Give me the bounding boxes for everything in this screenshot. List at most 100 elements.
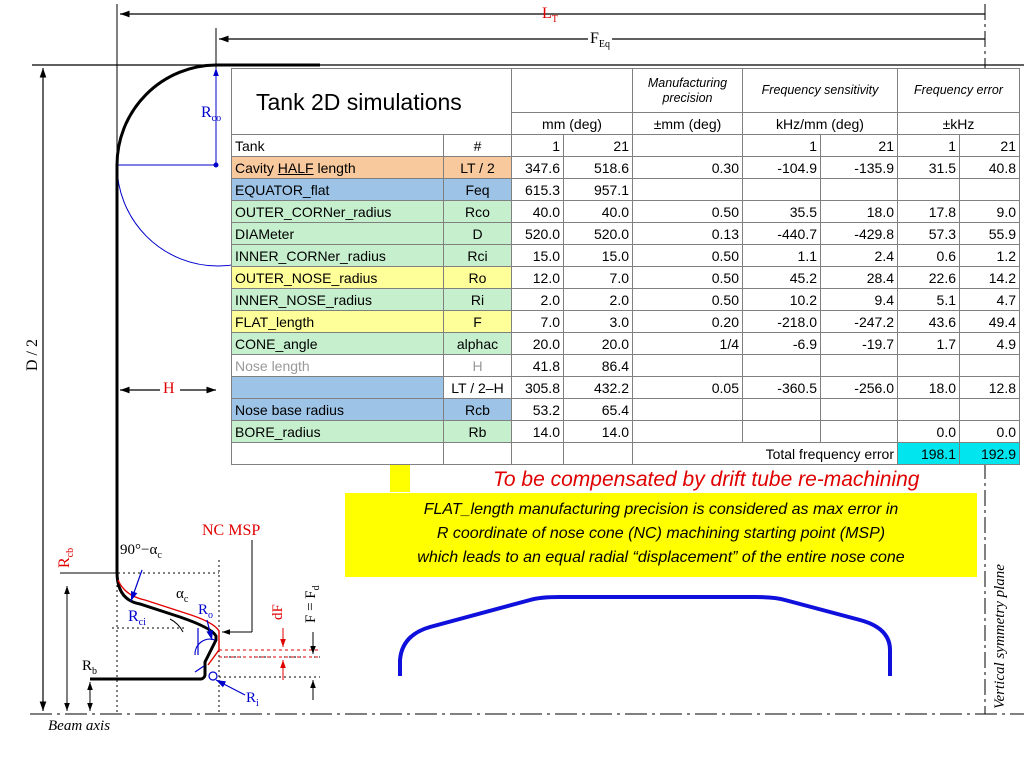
h-label: H [163,380,175,397]
row-err-2: 0.0 [959,420,1020,443]
table-row: Nose length H 41.8 86.4 [231,354,1020,377]
row-value-1: 305.8 [511,376,564,399]
row-value-2: 65.4 [563,398,633,421]
row-err-2 [959,354,1020,377]
d2-label: D / 2 [24,336,42,374]
row-symbol: LT / 2–H [443,376,512,399]
row-value-1: 20.0 [511,332,564,355]
angle-label: 90°−αc [120,542,162,561]
row-sens-2: -247.2 [820,310,898,333]
unit-khz: ±kHz [897,112,1020,135]
drift-tube-outline [398,595,892,676]
row-precision [632,178,743,201]
rcb-dimension [60,572,117,711]
row-label: OUTER_CORNer_radius [231,200,444,223]
row-value-1: 615.3 [511,178,564,201]
row-sens-2: 21 [820,134,898,157]
row-sens-2: 2.4 [820,244,898,267]
row-err-1 [897,398,960,421]
row-err-2: 14.2 [959,266,1020,289]
row-sens-1: -360.5 [742,376,821,399]
row-symbol: alphac [443,332,512,355]
row-symbol: H [443,354,512,377]
table-row: LT / 2–H 305.8 432.2 0.05 -360.5 -256.0 … [231,376,1020,399]
row-err-1: 1.7 [897,332,960,355]
row-symbol: Rcb [443,398,512,421]
rcb-label: Rcb [56,547,77,568]
row-sens-2: -429.8 [820,222,898,245]
row-value-2: 2.0 [563,288,633,311]
rco-label: Rco [201,104,222,125]
simulation-table: Tank 2D simulations Manufacturing precis… [231,68,1020,465]
row-label: INNER_NOSE_radius [231,288,444,311]
row-err-1: 17.8 [897,200,960,223]
table-title: Tank 2D simulations [231,68,512,135]
row-label: INNER_CORNer_radius [231,244,444,267]
row-sens-1: 10.2 [742,288,821,311]
alpha-angle [169,618,184,633]
row-label: Nose base radius [231,398,444,421]
row-precision [632,420,743,443]
row-label: Nose length [231,354,444,377]
row-value-2: 14.0 [563,420,633,443]
row-err-2: 4.9 [959,332,1020,355]
row-symbol: Feq [443,178,512,201]
row-value-2: 86.4 [563,354,633,377]
row-label [231,376,444,399]
row-precision [632,354,743,377]
compensate-note: To be compensated by drift tube re-machi… [493,468,920,491]
table-row: FLAT_length F 7.0 3.0 0.20 -218.0 -247.2… [231,310,1020,333]
row-symbol: Ro [443,266,512,289]
row-symbol: Rb [443,420,512,443]
row-sens-2 [820,354,898,377]
row-value-1: 15.0 [511,244,564,267]
row-value-1: 347.6 [511,156,564,179]
row-value-2: 3.0 [563,310,633,333]
row-err-2: 9.0 [959,200,1020,223]
feq-label: FEq [588,30,613,51]
row-err-2 [959,398,1020,421]
row-label: CONE_angle [231,332,444,355]
row-value-1: 7.0 [511,310,564,333]
row-precision: 0.20 [632,310,743,333]
row-err-1: 22.6 [897,266,960,289]
table-row: Tank # 1 21 1 21 1 21 [231,134,1020,157]
row-sens-1: 1 [742,134,821,157]
row-value-1: 1 [511,134,564,157]
table-row: CONE_angle alphac 20.0 20.0 1/4 -6.9 -19… [231,332,1020,355]
row-precision: 0.05 [632,376,743,399]
row-value-2: 7.0 [563,266,633,289]
note-line: which leads to an equal radial “displace… [417,549,905,566]
row-precision: 0.30 [632,156,743,179]
row-value-2: 21 [563,134,633,157]
row-err-2: 4.7 [959,288,1020,311]
table-row: INNER_NOSE_radius Ri 2.0 2.0 0.50 10.2 9… [231,288,1020,311]
flat-length-note: FLAT_length manufacturing precision is c… [345,493,977,577]
row-err-1: 31.5 [897,156,960,179]
beam-axis-label: Beam axis [48,718,111,734]
unit-mm: mm (deg) [511,112,633,135]
unit-khz-mm: kHz/mm (deg) [742,112,898,135]
total-value-2: 192.9 [959,442,1020,465]
table-row: Nose base radius Rcb 53.2 65.4 [231,398,1020,421]
nc-msp-label: NC MSP [202,522,261,539]
row-label: Cavity HALF length [231,156,444,179]
row-precision: 0.13 [632,222,743,245]
row-sens-2: -135.9 [820,156,898,179]
table-row: Cavity HALF length LT / 2 347.6 518.6 0.… [231,156,1020,179]
row-sens-1: -440.7 [742,222,821,245]
row-sens-1: 45.2 [742,266,821,289]
row-err-1: 0.0 [897,420,960,443]
row-label: OUTER_NOSE_radius [231,266,444,289]
row-value-1: 12.0 [511,266,564,289]
table-row: BORE_radius Rb 14.0 14.0 0.0 0.0 [231,420,1020,443]
row-label: EQUATOR_flat [231,178,444,201]
row-err-1: 43.6 [897,310,960,333]
row-err-1: 18.0 [897,376,960,399]
row-err-1 [897,178,960,201]
alpha-label: αc [176,586,189,605]
note-line: R coordinate of nose cone (NC) machining… [436,525,886,542]
hdr-manufacturing: Manufacturing precision [632,68,743,113]
row-sens-1: 1.1 [742,244,821,267]
row-precision: 0.50 [632,266,743,289]
